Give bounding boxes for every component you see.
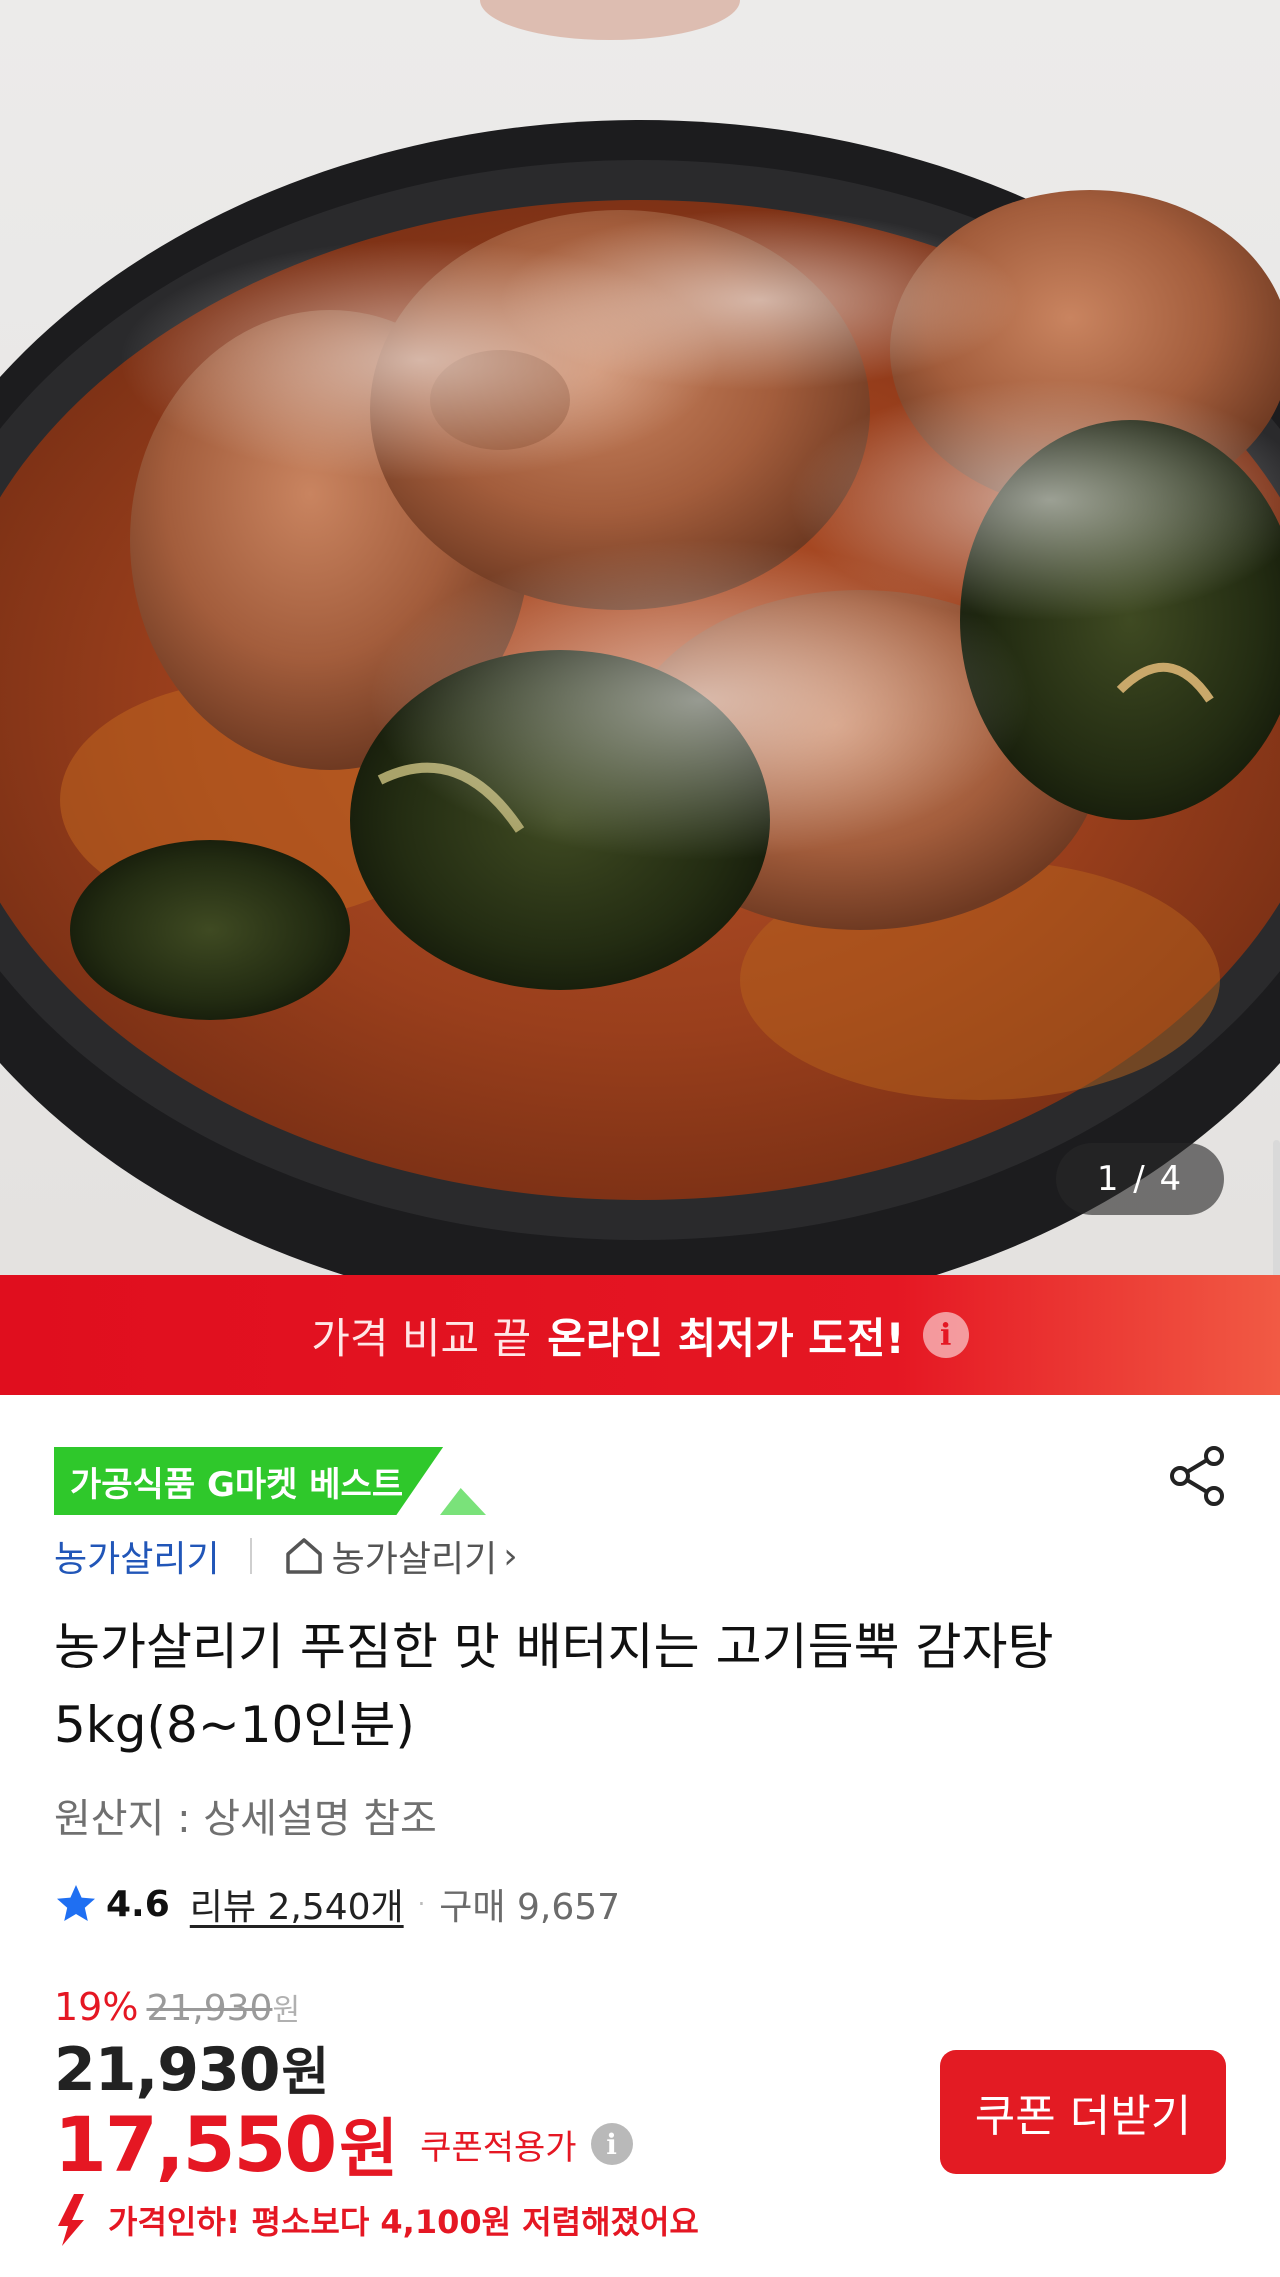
brand-link[interactable]: 농가살리기 (54, 1530, 220, 1582)
best-badge: 가공식품 G마켓 베스트 (54, 1447, 444, 1515)
separator-dot: · (417, 1890, 426, 1918)
rating-score: 4.6 (106, 1883, 170, 1925)
coupon-price-row: 17,550 원 쿠폰적용가 i (54, 2098, 633, 2190)
home-icon (285, 1538, 322, 1574)
store-link[interactable]: 농가살리기 (332, 1530, 498, 1582)
banner-text-light: 가격 비교 끝 (311, 1313, 532, 1363)
original-price-unit: 원 (272, 1993, 301, 2028)
purchase-count: 구매 9,657 (439, 1887, 621, 1928)
price-row: 21,930 원 (54, 2030, 329, 2105)
discount-row: 19% 21,930 원 (54, 1985, 300, 2029)
lowest-price-banner[interactable]: 가격 비교 끝 온라인 최저가 도전! i (0, 1275, 1280, 1395)
price-drop-text: 가격인하! 평소보다 4,100원 저렴해졌어요 (108, 2203, 699, 2241)
review-count-link[interactable]: 리뷰 2,540개 (190, 1878, 404, 1930)
sale-price-unit: 원 (281, 2043, 330, 2103)
original-price: 21,930 (146, 1988, 273, 2029)
coupon-price: 17,550 (54, 2099, 337, 2189)
product-image[interactable]: 1 / 4 (0, 0, 1280, 1275)
coupon-price-unit: 원 (339, 2113, 399, 2187)
chevron-right-icon: › (503, 1535, 518, 1577)
price-drop-notice: 가격인하! 평소보다 4,100원 저렴해졌어요 (54, 2192, 699, 2248)
price-drop-arrow-icon (58, 2194, 84, 2246)
banner-text-bold: 온라인 최저가 도전! (547, 1313, 905, 1363)
divider (249, 1538, 252, 1574)
share-icon[interactable] (1166, 1444, 1230, 1508)
brand-row: 농가살리기 농가살리기 › (54, 1530, 518, 1582)
rating-row: 4.6 리뷰 2,540개 · 구매 9,657 (54, 1876, 620, 1932)
info-icon[interactable]: i (922, 1312, 969, 1358)
badge-ribbon-tail (440, 1488, 486, 1515)
image-counter: 1 / 4 (1056, 1143, 1224, 1215)
sale-price: 21,930 (54, 2035, 281, 2105)
star-icon (57, 1885, 95, 1921)
scrollbar[interactable] (1273, 1140, 1280, 1275)
product-photo (0, 0, 1280, 1275)
discount-percent: 19% (54, 1985, 139, 2029)
origin-info: 원산지 : 상세설명 참조 (54, 1796, 437, 1842)
coupon-info-icon[interactable]: i (590, 2123, 633, 2165)
coupon-price-label: 쿠폰적용가 (420, 2127, 577, 2168)
product-title: 농가살리기 푸짐한 맛 배터지는 고기듬뿍 감자탕 5kg(8~10인분) (54, 1618, 1054, 1754)
more-coupon-button[interactable]: 쿠폰 더받기 (940, 2050, 1226, 2174)
